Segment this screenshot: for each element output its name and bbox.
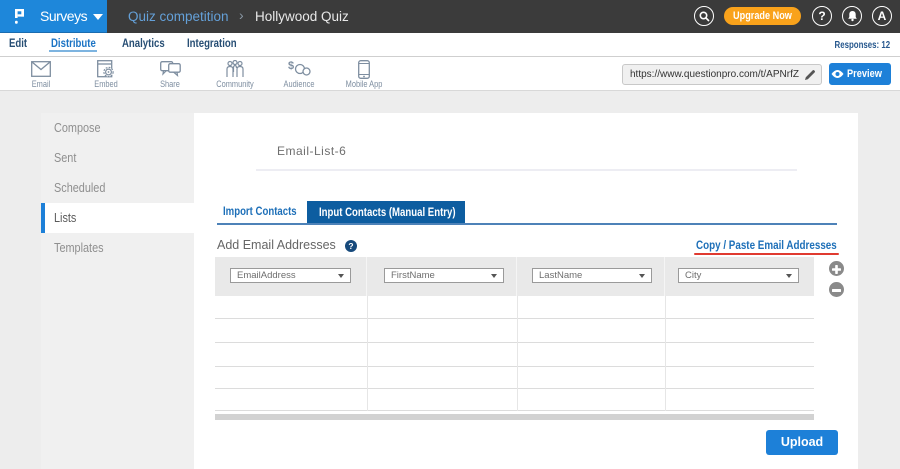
- svg-text:$: $: [288, 60, 294, 72]
